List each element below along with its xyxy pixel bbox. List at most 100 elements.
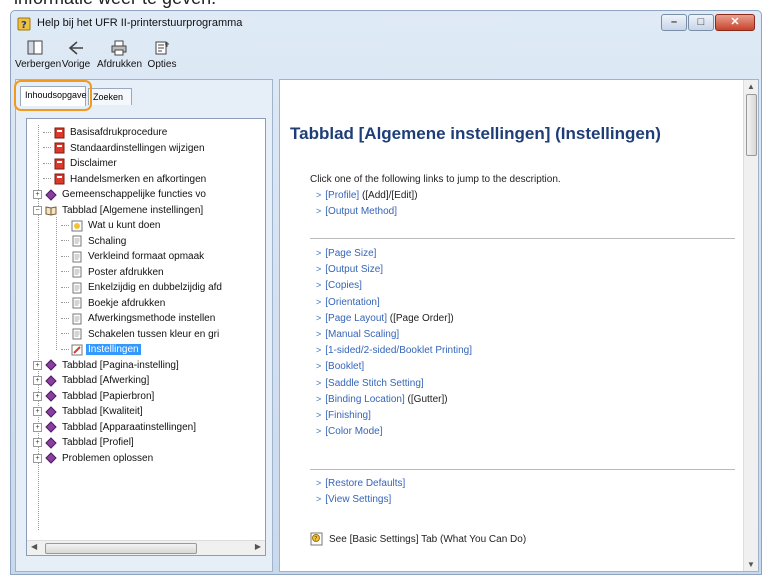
red-book-icon <box>53 127 65 139</box>
link-text[interactable]: [View Settings] <box>325 494 391 505</box>
link-text[interactable]: [1-sided/2-sided/Booklet Printing] <box>325 345 472 356</box>
link-text[interactable]: [Finishing] <box>325 410 371 421</box>
collapse-icon[interactable]: − <box>33 205 42 215</box>
content-link[interactable]: > [Profile] ([Add]/[Edit]) <box>316 190 418 201</box>
scrollbar-thumb[interactable] <box>746 94 757 156</box>
link-text[interactable]: [Orientation] <box>325 297 379 308</box>
tree-item[interactable]: + Tabblad [Afwerking] <box>33 373 151 388</box>
scroll-down-icon[interactable]: ▼ <box>747 560 755 569</box>
link-text[interactable]: [Output Size] <box>325 264 383 275</box>
tree-item[interactable]: − Tabblad [Algemene instellingen] <box>33 203 205 218</box>
tree-item[interactable]: + Tabblad [Profiel] <box>33 435 136 450</box>
hide-pane-icon <box>27 40 43 55</box>
options-button[interactable]: Opties <box>145 39 179 70</box>
purple-book-icon <box>45 188 57 201</box>
expand-icon[interactable]: + <box>33 422 42 432</box>
tree-item[interactable]: Instellingen <box>61 342 141 357</box>
page-icon <box>71 297 83 309</box>
content-link[interactable]: > [Booklet] <box>316 361 364 372</box>
scroll-left-icon[interactable]: ◀ <box>31 542 37 551</box>
expand-icon[interactable]: + <box>33 360 42 370</box>
link-text[interactable]: [Binding Location] <box>325 394 405 405</box>
link-text[interactable]: [Output Method] <box>325 206 397 217</box>
close-button[interactable]: ✕ <box>715 14 755 31</box>
content-link[interactable]: > [Output Method] <box>316 206 397 217</box>
link-text[interactable]: [Copies] <box>325 280 362 291</box>
tree-branch <box>61 317 69 320</box>
content-link[interactable]: > [Finishing] <box>316 410 371 421</box>
link-text[interactable]: [Restore Defaults] <box>325 478 405 489</box>
tree-item[interactable]: + Tabblad [Kwaliteit] <box>33 404 145 419</box>
vertical-scrollbar[interactable]: ▲ ▼ <box>743 80 758 571</box>
print-button[interactable]: Afdrukken <box>97 39 142 70</box>
expand-icon[interactable]: + <box>33 438 42 447</box>
tree-connector-line <box>56 216 57 350</box>
link-text[interactable]: [Color Mode] <box>325 426 382 437</box>
expand-icon[interactable]: + <box>33 391 42 401</box>
minimize-button[interactable]: – <box>661 14 687 31</box>
hide-button[interactable]: Verbergen <box>15 39 61 70</box>
content-link[interactable]: > [Output Size] <box>316 264 383 275</box>
tree-item[interactable]: Handelsmerken en afkortingen <box>43 172 208 187</box>
content-link[interactable]: > [Color Mode] <box>316 426 383 437</box>
tree-item[interactable]: Enkelzijdig en dubbelzijdig afd <box>61 280 224 295</box>
content-link[interactable]: > [Manual Scaling] <box>316 329 399 340</box>
page-icon <box>71 251 83 263</box>
link-arrow-icon: > <box>316 377 322 388</box>
horizontal-scrollbar[interactable]: ◀ ▶ <box>27 540 265 555</box>
toolbar: Verbergen Vorige Afdrukken Opties <box>11 37 761 77</box>
link-text[interactable]: [Page Layout] <box>325 313 387 324</box>
tree-item[interactable]: Disclaimer <box>43 156 119 171</box>
content-link[interactable]: > [Orientation] <box>316 297 380 308</box>
link-text[interactable]: [Page Size] <box>325 248 376 259</box>
purple-book-icon <box>45 390 57 402</box>
tree-item[interactable]: + Tabblad [Pagina-instelling] <box>33 358 181 373</box>
link-text[interactable]: [Booklet] <box>325 361 364 372</box>
expand-icon[interactable]: + <box>33 453 42 463</box>
tree-item[interactable]: Verkleind formaat opmaak <box>61 249 206 264</box>
page-title: Tabblad [Algemene instellingen] (Instell… <box>290 124 661 143</box>
expand-icon[interactable]: + <box>33 407 42 416</box>
tree-item[interactable]: + Problemen oplossen <box>33 451 155 466</box>
tab-search[interactable]: Zoeken <box>88 88 132 105</box>
page-icon <box>71 328 83 340</box>
tree-item[interactable]: + Gemeenschappelijke functies vo <box>33 187 208 202</box>
link-text[interactable]: [Saddle Stitch Setting] <box>325 378 423 389</box>
content-link[interactable]: > [View Settings] <box>316 494 391 505</box>
tree-item[interactable]: Basisafdrukprocedure <box>43 125 169 140</box>
back-button[interactable]: Vorige <box>59 39 93 70</box>
tree-item[interactable]: + Tabblad [Apparaatinstellingen] <box>33 420 198 435</box>
title-bar[interactable]: ? Help bij het UFR II-printerstuurprogra… <box>11 11 761 37</box>
tree-item[interactable]: Poster afdrukken <box>61 265 166 280</box>
expand-icon[interactable]: + <box>33 376 42 385</box>
content-link[interactable]: > [Saddle Stitch Setting] <box>316 378 424 389</box>
tree-item[interactable]: Boekje afdrukken <box>61 296 167 311</box>
content-link[interactable]: > [1-sided/2-sided/Booklet Printing] <box>316 345 472 356</box>
intro-text: Click one of the following links to jump… <box>310 174 561 185</box>
tree-item[interactable]: Afwerkingsmethode instellen <box>61 311 217 326</box>
link-text[interactable]: [Profile] <box>325 190 359 201</box>
tree-item[interactable]: Schaling <box>61 234 128 249</box>
content-link[interactable]: > [Binding Location] ([Gutter]) <box>316 394 448 405</box>
link-text[interactable]: [Manual Scaling] <box>325 329 399 340</box>
tree-item-label: Basisafdrukprocedure <box>70 127 168 138</box>
scroll-up-icon[interactable]: ▲ <box>747 82 755 91</box>
expand-icon[interactable]: + <box>33 190 42 199</box>
scroll-right-icon[interactable]: ▶ <box>255 542 261 551</box>
maximize-button[interactable]: □ <box>688 14 714 31</box>
tree-item[interactable]: Schakelen tussen kleur en gri <box>61 327 221 342</box>
content-link[interactable]: > [Page Layout] ([Page Order]) <box>316 313 454 324</box>
tree-item[interactable]: + Tabblad [Papierbron] <box>33 389 156 404</box>
scrollbar-thumb[interactable] <box>45 543 197 554</box>
tree-item-label: Tabblad [Apparaatinstellingen] <box>62 421 196 433</box>
navigation-pane: Inhoudsopgave Zoeken ◀ ▶ Basisafdrukproc… <box>14 79 273 572</box>
tip-icon: ? <box>310 532 323 546</box>
tree-item[interactable]: Wat u kunt doen <box>61 218 162 233</box>
tree-item[interactable]: Standaardinstellingen wijzigen <box>43 141 207 156</box>
content-link[interactable]: > [Restore Defaults] <box>316 478 405 489</box>
see-also-link[interactable]: ? See [Basic Settings] Tab (What You Can… <box>310 532 526 546</box>
content-link[interactable]: > [Page Size] <box>316 248 376 259</box>
link-arrow-icon: > <box>316 361 322 372</box>
tree-branch <box>61 224 69 227</box>
content-link[interactable]: > [Copies] <box>316 280 362 291</box>
